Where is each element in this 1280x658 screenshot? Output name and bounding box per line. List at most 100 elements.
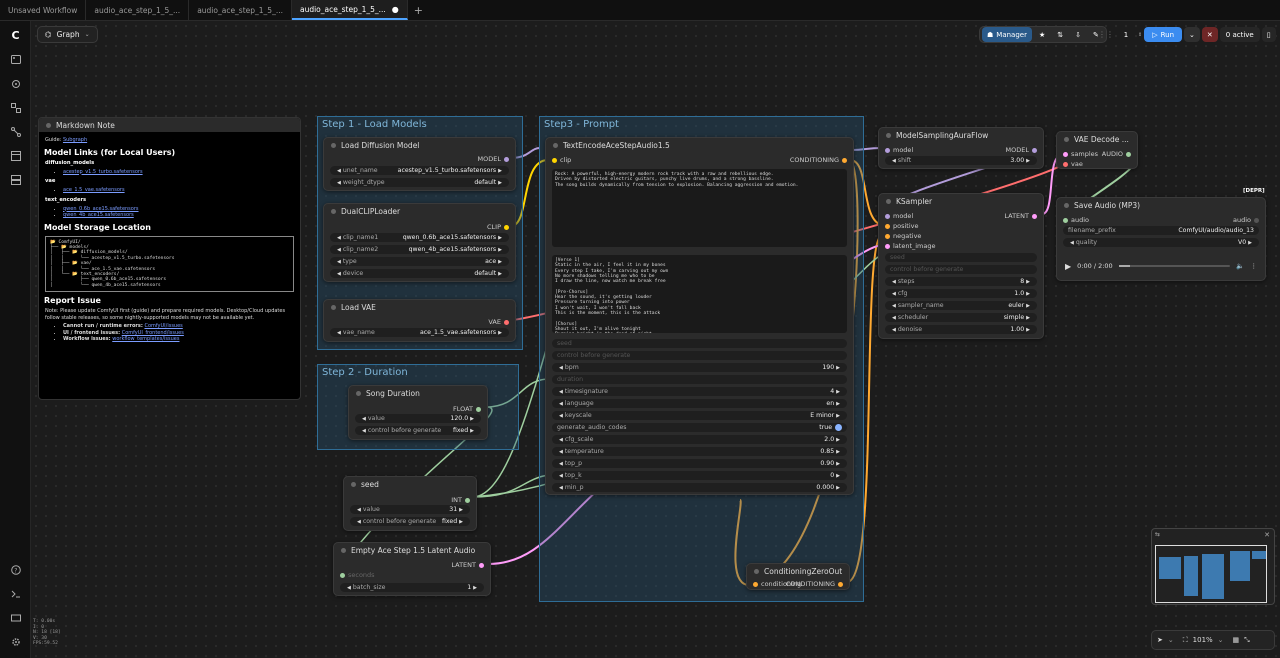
output-socket[interactable] (1032, 213, 1037, 219)
collapse-dot-icon[interactable] (331, 304, 336, 310)
seed-control-widget[interactable]: ◀ control before generate fixed ▶ (350, 517, 470, 526)
guide-link[interactable]: Subgraph (63, 137, 87, 143)
link-te-file-2[interactable]: qwen_4b_ace15.safetensors (63, 212, 134, 218)
tab-workflow-active[interactable]: audio_ace_step_1_5_... ● (291, 0, 408, 20)
keyboard-icon[interactable] (8, 610, 23, 625)
input-socket[interactable] (1063, 217, 1068, 223)
settings-gear-icon[interactable] (8, 634, 23, 649)
run-button[interactable]: ▷ Run (1144, 27, 1183, 42)
arrow-left-icon[interactable]: ◀ (337, 168, 341, 174)
arrow-right-icon[interactable]: ▶ (498, 180, 502, 186)
seed-node[interactable]: seed INT ◀ value 31 ▶ ◀ control before gener… (343, 476, 477, 531)
collapse-dot-icon[interactable] (553, 142, 558, 148)
arrow-right-icon[interactable]: ▶ (836, 365, 840, 371)
output-socket[interactable] (1254, 217, 1259, 223)
chevron-down-icon[interactable]: ⌄ (1168, 636, 1174, 644)
arrow-left-icon[interactable]: ◀ (559, 401, 563, 407)
arrow-right-icon[interactable]: ▶ (1026, 315, 1030, 321)
arrow-right-icon[interactable]: ▶ (498, 168, 502, 174)
min-p-widget[interactable]: ◀ min_p 0.000 ▶ (552, 483, 847, 492)
arrow-right-icon[interactable]: ▶ (1248, 240, 1252, 246)
seed-input-widget[interactable]: seed (885, 253, 1037, 262)
arrow-right-icon[interactable]: ▶ (836, 413, 840, 419)
ksampler-node[interactable]: KSampler model LATENT positive negative … (878, 193, 1044, 339)
collapse-dot-icon[interactable] (356, 390, 361, 396)
select-tool-icon[interactable]: ➤ (1157, 636, 1163, 644)
arrow-left-icon[interactable]: ◀ (892, 315, 896, 321)
output-latent[interactable]: LATENT (1004, 212, 1037, 220)
modified-dot[interactable]: ● (392, 5, 399, 14)
duration-input-widget[interactable]: duration (552, 375, 847, 384)
load-diffusion-model-node[interactable]: Load Diffusion Model MODEL ◀ unet_name ace… (323, 137, 516, 191)
audio-progress-bar[interactable] (1118, 265, 1231, 267)
help-icon[interactable]: ? (8, 562, 23, 577)
tab-unsaved-workflow[interactable]: Unsaved Workflow (0, 0, 87, 20)
control-input-widget[interactable]: control before generate (885, 265, 1037, 274)
input-seconds[interactable]: seconds (340, 571, 375, 579)
input-socket[interactable] (1063, 161, 1068, 167)
batch-size-widget[interactable]: ◀ batch_size 1 ▶ (340, 583, 484, 592)
input-clip[interactable]: clip (552, 156, 571, 164)
zoom-level[interactable]: 101% (1193, 636, 1213, 644)
node-header[interactable]: Load VAE (324, 300, 515, 314)
conditioning-zero-out-node[interactable]: ConditioningZeroOut conditioning CONDITI… (746, 563, 850, 590)
device-widget[interactable]: ◀ device default ▶ (330, 269, 509, 278)
arrow-right-icon[interactable]: ▶ (836, 389, 840, 395)
input-socket[interactable] (552, 157, 557, 163)
temperature-widget[interactable]: ◀ temperature 0.85 ▶ (552, 447, 847, 456)
arrow-right-icon[interactable]: ▶ (1026, 327, 1030, 333)
tab-workflow-2[interactable]: audio_ace_step_1_5_... (86, 0, 190, 20)
input-audio[interactable]: audio (1063, 216, 1089, 224)
sampler-name-widget[interactable]: ◀ sampler_name euler ▶ (885, 301, 1037, 310)
weight-dtype-widget[interactable]: ◀ weight_dtype default ▶ (330, 178, 509, 187)
node-header[interactable]: Empty Ace Step 1.5 Latent Audio (334, 543, 490, 557)
arrow-right-icon[interactable]: ▶ (498, 247, 502, 253)
models-icon[interactable] (8, 76, 23, 91)
minimap-close-icon[interactable]: ✕ (1264, 531, 1270, 539)
link-diffusion-file[interactable]: acestep_v1.5_turbo.safetensors (63, 169, 143, 175)
output-socket[interactable] (479, 562, 484, 568)
fit-view-icon[interactable]: ⛶ (1183, 636, 1188, 645)
output-model[interactable]: MODEL (478, 155, 509, 163)
node-header[interactable]: Markdown Note (39, 118, 300, 132)
comfy-logo-icon[interactable]: C (8, 28, 23, 43)
collapse-dot-icon[interactable] (754, 568, 759, 574)
model-sampling-auraflow-node[interactable]: ModelSamplingAuraFlow model MODEL ◀ shift… (878, 127, 1044, 169)
node-header[interactable]: ModelSamplingAuraFlow (879, 128, 1043, 142)
vae-name-widget[interactable]: ◀ vae_name ace_1.5_vae.safetensors ▶ (330, 328, 509, 337)
collapse-dot-icon[interactable] (886, 132, 891, 138)
timesignature-widget[interactable]: ◀ timesignature 4 ▶ (552, 387, 847, 396)
song-duration-node[interactable]: Song Duration FLOAT ◀ value 120.0 ▶ ◀ contro… (348, 385, 488, 440)
share-icon[interactable]: ⇅ (1052, 27, 1068, 42)
seed-input-widget[interactable]: seed (552, 339, 847, 348)
arrow-left-icon[interactable]: ◀ (559, 413, 563, 419)
minimap[interactable]: ⇆ ✕ (1151, 528, 1275, 605)
generate-audio-codes-toggle[interactable]: generate_audio_codes true (552, 423, 847, 432)
input-socket[interactable] (885, 223, 890, 229)
arrow-left-icon[interactable]: ◀ (892, 291, 896, 297)
markdown-note-node[interactable]: Markdown Note Guide: Subgraph Model Link… (38, 117, 301, 400)
input-vae[interactable]: vae (1063, 160, 1083, 168)
output-socket[interactable] (1126, 151, 1131, 157)
language-widget[interactable]: ◀ language en ▶ (552, 399, 847, 408)
node-header[interactable]: TextEncodeAceStepAudio1.5 (546, 138, 853, 152)
lyrics-textarea[interactable]: [Verse 1] Static in the air, I feel it i… (552, 255, 847, 333)
dual-clip-loader-node[interactable]: DualCLIPLoader CLIP ◀ clip_name1 qwen_0.6b… (323, 203, 516, 282)
collapse-dot-icon[interactable] (331, 142, 336, 148)
node-header[interactable]: DualCLIPLoader (324, 204, 515, 218)
arrow-left-icon[interactable]: ◀ (337, 271, 341, 277)
arrow-left-icon[interactable]: ◀ (559, 389, 563, 395)
workflows-icon[interactable] (8, 124, 23, 139)
output-socket[interactable] (465, 497, 470, 503)
queue-count-input[interactable]: 1 (1116, 27, 1136, 42)
arrow-left-icon[interactable]: ◀ (337, 330, 341, 336)
arrow-left-icon[interactable]: ◀ (559, 437, 563, 443)
node-header[interactable]: Load Diffusion Model (324, 138, 515, 152)
templates-icon[interactable] (8, 148, 23, 163)
report-link-1[interactable]: ComfyUI/issues (144, 323, 182, 329)
collapse-dot-icon[interactable] (341, 547, 346, 553)
node-header[interactable]: VAE Decode ... (1057, 132, 1137, 146)
vae-decode-node[interactable]: VAE Decode ... samples AUDIO vae (1056, 131, 1138, 169)
duration-value-widget[interactable]: ◀ value 120.0 ▶ (355, 414, 481, 423)
new-tab-button[interactable]: + (408, 0, 429, 20)
